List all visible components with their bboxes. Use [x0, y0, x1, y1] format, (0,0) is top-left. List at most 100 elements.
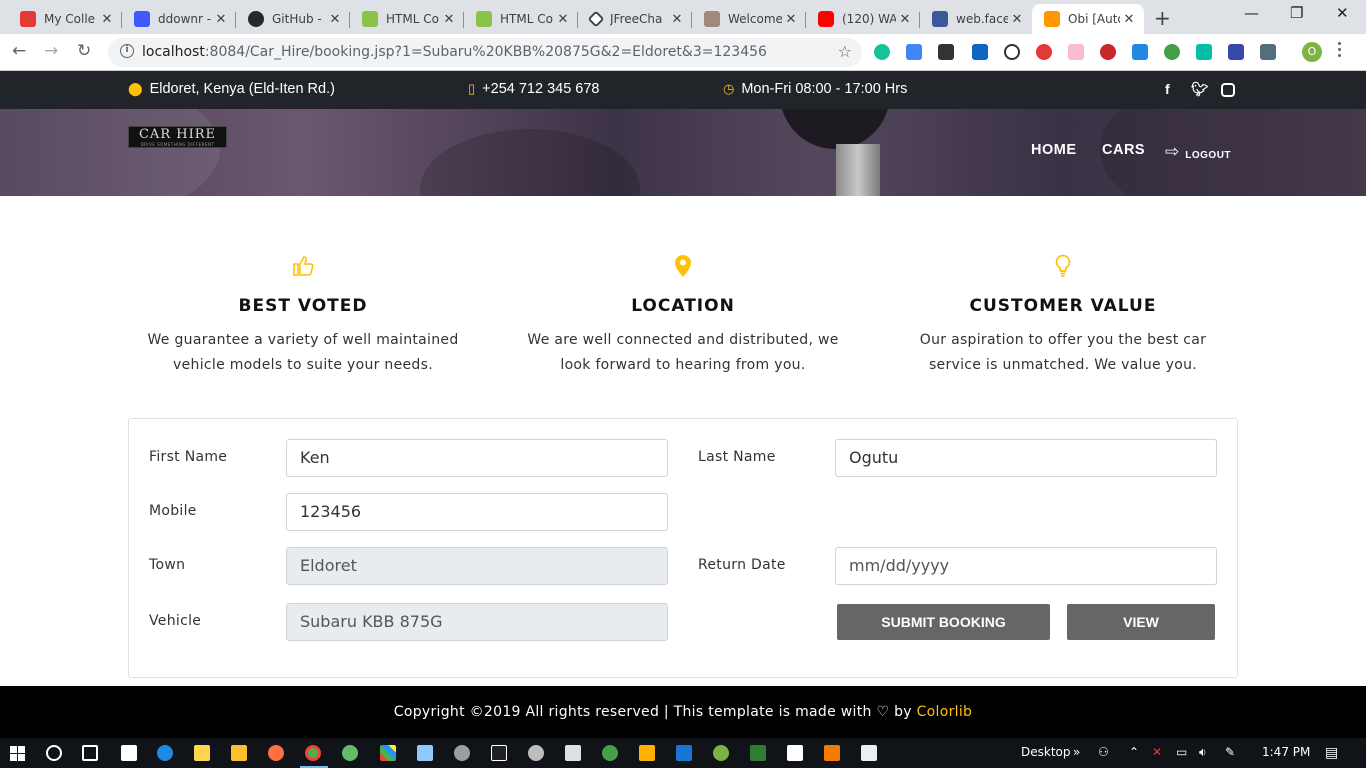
town-field[interactable]: Eldoret [286, 547, 668, 585]
clock-time[interactable]: 1:47 PM [1262, 745, 1310, 759]
app-icon[interactable] [750, 745, 766, 761]
browser-tab[interactable]: JFreeCha ✕ [578, 4, 692, 34]
tab-close-icon[interactable]: ✕ [326, 12, 344, 27]
pen-icon[interactable]: ✎ [1225, 745, 1235, 759]
extension-icon[interactable] [1196, 44, 1212, 60]
speed-extension-icon[interactable] [1004, 44, 1020, 60]
app-icon[interactable] [639, 745, 655, 761]
address-bar[interactable]: i localhost:8084/Car_Hire/booking.jsp?1=… [108, 38, 862, 67]
new-tab-button[interactable]: + [1154, 6, 1171, 30]
translate-extension-icon[interactable] [906, 44, 922, 60]
chevron-up-icon[interactable]: ⌃ [1129, 745, 1139, 759]
app-icon[interactable] [380, 745, 396, 761]
bookmark-star-icon[interactable]: ☆ [838, 42, 852, 61]
app-icon[interactable] [528, 745, 544, 761]
extension-icon[interactable] [1260, 44, 1276, 60]
tab-close-icon[interactable]: ✕ [1120, 12, 1138, 27]
extension-icon[interactable] [1100, 44, 1116, 60]
browser-tab[interactable]: My Colle ✕ [8, 4, 122, 34]
browser-tab-active[interactable]: Obi [Auto ✕ [1032, 4, 1144, 34]
tab-close-icon[interactable]: ✕ [896, 12, 914, 27]
return-date-label: Return Date [698, 557, 786, 573]
forward-arrow-icon[interactable]: → [44, 41, 58, 61]
file-explorer-icon[interactable] [231, 745, 247, 761]
last-name-field[interactable]: Ogutu [835, 439, 1217, 477]
virtualbox-icon[interactable] [417, 745, 433, 761]
cortana-search-icon[interactable] [46, 745, 62, 761]
task-view-icon[interactable] [82, 745, 98, 761]
twitter-icon[interactable]: 🐦︎ [1191, 81, 1209, 98]
back-arrow-icon[interactable]: ← [12, 41, 26, 61]
browser-menu-icon[interactable] [1338, 42, 1342, 60]
extension-icon[interactable] [1228, 44, 1244, 60]
desktop-toolbar-label[interactable]: Desktop [1021, 745, 1071, 759]
battery-icon[interactable]: ▭ [1176, 745, 1187, 759]
nav-home-link[interactable]: HOME [1031, 142, 1077, 158]
tab-close-icon[interactable]: ✕ [668, 12, 686, 27]
mobile-field[interactable]: 123456 [286, 493, 668, 531]
extension-icon[interactable] [938, 44, 954, 60]
grammarly-extension-icon[interactable] [874, 44, 890, 60]
tab-close-icon[interactable]: ✕ [782, 12, 800, 27]
first-name-field[interactable]: Ken [286, 439, 668, 477]
sublime-text-icon[interactable] [824, 745, 840, 761]
colorlib-link[interactable]: Colorlib [917, 704, 973, 720]
firefox-icon[interactable] [268, 745, 284, 761]
tab-close-icon[interactable]: ✕ [554, 12, 572, 27]
extension-icon[interactable] [1068, 44, 1084, 60]
submit-booking-button[interactable]: SUBMIT BOOKING [837, 604, 1050, 640]
instagram-icon[interactable] [1221, 83, 1235, 97]
profile-avatar[interactable]: O [1302, 42, 1322, 62]
chrome-icon[interactable] [305, 745, 321, 761]
photos-icon[interactable] [861, 745, 877, 761]
app-icon[interactable] [565, 745, 581, 761]
browser-tab[interactable]: ddownr - ✕ [122, 4, 236, 34]
app-icon[interactable] [454, 745, 470, 761]
vscode-icon[interactable] [676, 745, 692, 761]
browser-tab[interactable]: GitHub - ✕ [236, 4, 350, 34]
browser-tab[interactable]: web.facel ✕ [920, 4, 1032, 34]
map-marker-icon [513, 254, 853, 282]
network-warning-icon[interactable]: ✕ [1152, 745, 1162, 759]
hours-info: ◷ Mon-Fri 08:00 - 17:00 Hrs [723, 81, 907, 97]
tab-close-icon[interactable]: ✕ [1008, 12, 1026, 27]
mail-icon[interactable] [121, 745, 137, 761]
maximize-button[interactable]: ❐ [1290, 4, 1303, 22]
browser-tab[interactable]: HTML Co ✕ [464, 4, 578, 34]
url-text[interactable]: localhost:8084/Car_Hire/booking.jsp?1=Su… [142, 44, 767, 60]
app-icon[interactable] [342, 745, 358, 761]
tab-close-icon[interactable]: ✕ [212, 12, 230, 27]
edge-browser-icon[interactable] [157, 745, 173, 761]
site-logo[interactable]: CAR HIRE DRIVE SOMETHING DIFFERENT [128, 126, 227, 148]
linkedin-extension-icon[interactable] [972, 44, 988, 60]
reload-icon[interactable]: ↻ [77, 41, 91, 61]
android-studio-icon[interactable] [713, 745, 729, 761]
browser-tab[interactable]: Welcome ✕ [692, 4, 806, 34]
facebook-icon[interactable]: f [1165, 81, 1170, 97]
people-icon[interactable]: ⚇ [1098, 745, 1109, 759]
view-button[interactable]: VIEW [1067, 604, 1215, 640]
browser-tab[interactable]: HTML Co ✕ [350, 4, 464, 34]
intellij-icon[interactable] [491, 745, 507, 761]
tab-label: HTML Co [500, 12, 553, 26]
extension-icon[interactable] [1132, 44, 1148, 60]
windows-start-icon[interactable] [10, 746, 25, 761]
close-window-button[interactable]: ✕ [1336, 4, 1349, 22]
chevron-right-icon[interactable]: » [1073, 745, 1080, 759]
opera-extension-icon[interactable] [1036, 44, 1052, 60]
app-icon[interactable] [787, 745, 803, 761]
extension-icon[interactable] [1164, 44, 1180, 60]
store-icon[interactable] [194, 745, 210, 761]
logout-link[interactable]: ⇨ LOGOUT [1165, 142, 1231, 162]
info-icon[interactable]: i [120, 44, 134, 58]
volume-icon[interactable]: 🔉︎ [1199, 745, 1207, 760]
tab-close-icon[interactable]: ✕ [440, 12, 458, 27]
nav-cars-link[interactable]: CARS [1102, 142, 1145, 158]
action-center-icon[interactable]: ▤ [1325, 745, 1338, 761]
utorrent-icon[interactable] [602, 745, 618, 761]
browser-tab[interactable]: (120) WA ✕ [806, 4, 920, 34]
minimize-button[interactable]: — [1244, 4, 1259, 22]
tab-close-icon[interactable]: ✕ [98, 12, 116, 27]
return-date-field[interactable]: mm/dd/yyyy [835, 547, 1217, 585]
vehicle-field[interactable]: Subaru KBB 875G [286, 603, 668, 641]
